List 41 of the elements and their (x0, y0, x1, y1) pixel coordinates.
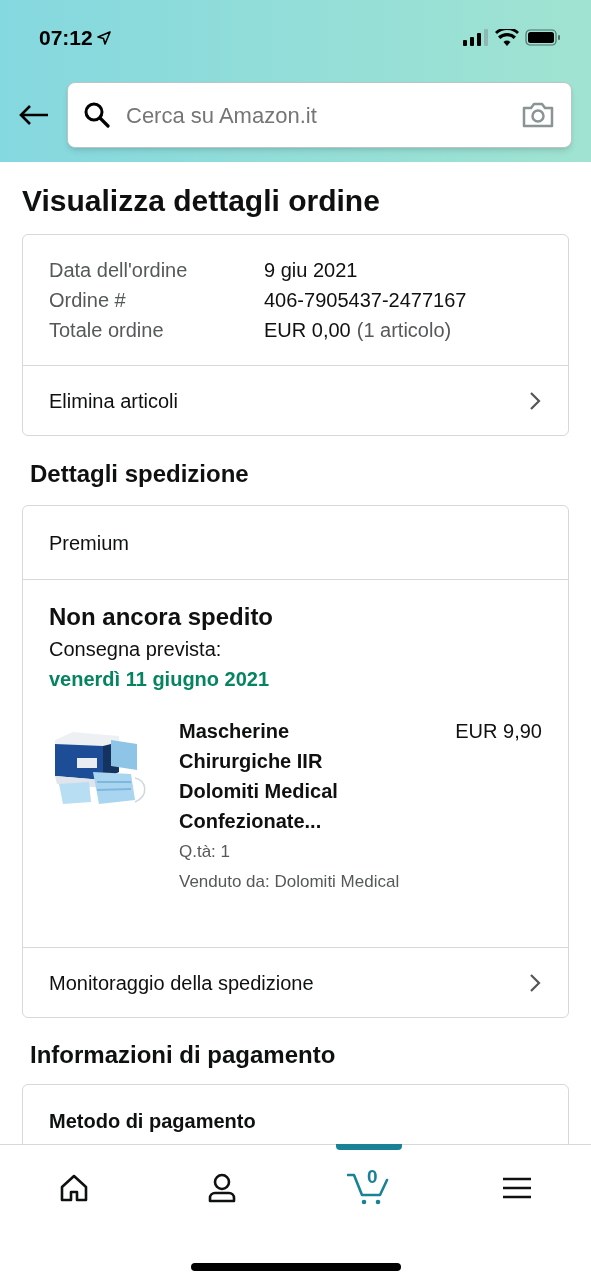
delivery-label: Consegna prevista: (49, 637, 223, 662)
back-button[interactable] (18, 104, 50, 126)
chevron-right-icon (529, 390, 541, 411)
order-label: Data dell'ordine (49, 258, 189, 283)
camera-icon[interactable] (521, 101, 555, 129)
person-icon (206, 1173, 237, 1203)
product-seller: Venduto da: Dolomiti Medical (179, 871, 401, 893)
tab-bar-item[interactable]: 0 (295, 1145, 444, 1229)
order-value: 406-7905437-2477167 (264, 288, 467, 313)
delete-items-label: Elimina articoli (49, 388, 178, 414)
order-value: EUR 0,00 (264, 318, 351, 343)
selected-tab-indicator (336, 1144, 403, 1150)
product-quantity: Q.tà: 1 (179, 841, 232, 863)
order-note: (1 articolo) (356, 318, 452, 343)
delete-items-row[interactable]: Elimina articoli (23, 365, 568, 435)
delivery-date: venerdì 11 giugno 2021 (49, 667, 271, 692)
order-label: Totale ordine (49, 318, 165, 343)
shipping-status: Non ancora spedito (49, 602, 275, 632)
home-icon (58, 1174, 89, 1202)
status-time: 07:12 (39, 24, 93, 51)
order-label: Ordine # (49, 288, 127, 313)
page-title: Visualizza dettagli ordine (22, 183, 381, 219)
tracking-row[interactable]: Monitoraggio della spedizione (23, 947, 568, 1017)
signal-icon (463, 29, 489, 46)
order-value: 9 giu 2021 (264, 258, 358, 283)
search-bar[interactable]: Cerca su Amazon.it (67, 82, 572, 148)
wifi-icon (495, 29, 519, 46)
product-title[interactable]: Mascherine Chirurgiche IIR Dolomiti Medical Confezionate... (179, 716, 389, 836)
search-icon (84, 102, 110, 128)
tracking-label: Monitoraggio della spedizione (49, 970, 314, 996)
section-heading: Informazioni di pagamento (30, 1040, 337, 1070)
location-arrow-icon (96, 30, 111, 45)
battery-icon (525, 29, 561, 46)
cart-count: 0 (366, 1165, 379, 1189)
shipping-service: Premium (49, 530, 129, 556)
section-heading: Dettagli spedizione (30, 459, 250, 489)
chevron-right-icon (529, 972, 541, 993)
menu-icon (502, 1177, 533, 1199)
search-field[interactable]: Cerca su Amazon.it (126, 98, 505, 132)
payment-method-label: Metodo di pagamento (49, 1109, 257, 1134)
product-price: EUR 9,90 (455, 719, 542, 744)
